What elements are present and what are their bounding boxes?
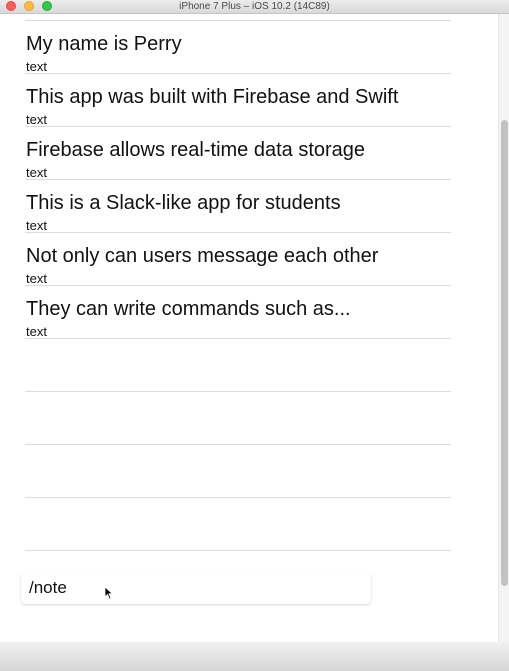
message-subtitle: text [26,59,47,74]
message-subtitle: text [26,218,47,233]
empty-table-row [25,339,451,392]
table-row[interactable]: Not only can users message each other te… [25,233,451,286]
simulator-screen: My name is Perry text This app was built… [0,14,509,671]
message-table[interactable]: My name is Perry text This app was built… [25,14,451,551]
table-row[interactable]: This is a Slack-like app for students te… [25,180,451,233]
scrollbar-thumb[interactable] [501,120,508,586]
empty-table-row [25,445,451,498]
window-title: iPhone 7 Plus – iOS 10.2 (14C89) [179,1,330,12]
message-subtitle: text [26,324,47,339]
message-title: They can write commands such as... [26,298,351,320]
message-input[interactable]: /note [21,572,371,604]
message-title: Firebase allows real-time data storage [26,139,366,161]
table-row[interactable]: Firebase allows real-time data storage t… [25,127,451,180]
message-subtitle: text [26,112,47,127]
scrollbar[interactable] [498,14,509,657]
table-row[interactable]: My name is Perry text [25,21,451,74]
message-title: My name is Perry [26,33,182,55]
message-title: This app was built with Firebase and Swi… [26,86,399,108]
message-subtitle: text [26,271,47,286]
empty-table-row [25,392,451,445]
table-row[interactable]: This app was built with Firebase and Swi… [25,74,451,127]
table-row[interactable]: They can write commands such as... text [25,286,451,339]
mouse-pointer-icon [104,586,114,600]
empty-table-row [25,498,451,551]
window-titlebar: iPhone 7 Plus – iOS 10.2 (14C89) [0,0,509,14]
message-title: Not only can users message each other [26,245,379,267]
message-subtitle: text [26,165,47,180]
message-title: This is a Slack-like app for students [26,192,341,214]
